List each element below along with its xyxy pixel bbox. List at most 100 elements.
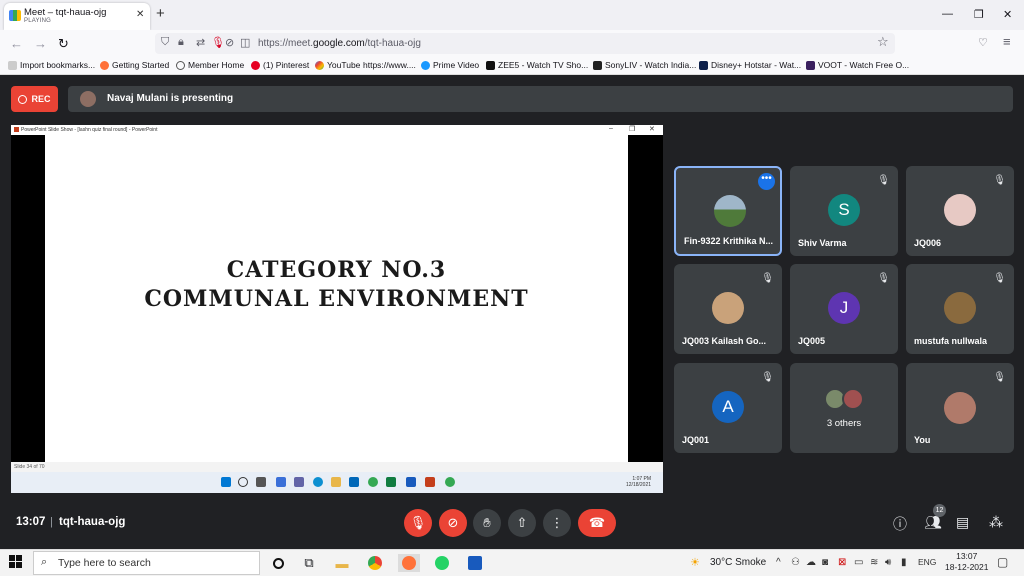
ppt-minimize-icon: – [609, 125, 613, 132]
camera-icon[interactable]: ⊘ [225, 36, 234, 49]
restore-icon[interactable]: ❐ [974, 8, 984, 21]
voot-icon [806, 60, 815, 70]
participant-tile[interactable]: 🎙︎ S Shiv Varma [790, 166, 898, 256]
word-icon[interactable] [466, 554, 484, 572]
language-indicator[interactable]: ENG [918, 557, 936, 567]
security-icon[interactable]: ⊠ [838, 557, 846, 568]
tab-close-icon[interactable]: ✕ [136, 9, 144, 20]
mini-widgets-icon [276, 477, 286, 487]
mic-off-icon: 🎙︎ [409, 515, 427, 530]
cloud-icon[interactable]: ☁ [806, 557, 816, 568]
camera-toggle-button[interactable]: ⊘ [439, 509, 467, 537]
windows-start-icon[interactable] [9, 555, 22, 568]
bookmark-link[interactable]: https://www.... [363, 60, 416, 70]
participant-tile-others[interactable]: 3 others [790, 363, 898, 453]
globe-icon [176, 60, 185, 70]
participant-avatar: J [828, 292, 860, 324]
pocket-icon[interactable]: ♡ [978, 36, 988, 49]
present-button[interactable]: ⇧ [508, 509, 536, 537]
task-view-icon[interactable]: ⧉ [300, 554, 318, 572]
more-vert-icon: ⋮ [550, 515, 564, 530]
minimize-icon[interactable]: — [942, 8, 953, 20]
participant-tile[interactable]: 🎙︎ J JQ005 [790, 264, 898, 354]
bookmark-youtube[interactable]: YouTube [315, 60, 360, 70]
autoplay-icon[interactable]: ◫ [240, 36, 250, 49]
bookmark-pinterest[interactable]: (1) Pinterest [251, 60, 309, 70]
notification-icon[interactable]: ▢ [997, 555, 1008, 569]
whatsapp-icon[interactable] [433, 554, 451, 572]
url-text[interactable]: https://meet.google.com/tqt-haua-ojg [258, 38, 421, 49]
participant-tile[interactable]: 🎙︎ mustufa nullwala [906, 264, 1014, 354]
participant-tile[interactable]: 🎙︎ JQ006 [906, 166, 1014, 256]
hotstar-icon [699, 60, 708, 70]
system-clock[interactable]: 13:07 18-12-2021 [945, 551, 988, 573]
mini-edge-icon [313, 477, 323, 487]
mini-word-icon [406, 477, 416, 487]
firefox-icon[interactable] [398, 554, 420, 572]
bookmark-member-home[interactable]: Member Home [176, 60, 244, 70]
participant-tile-self[interactable]: 🎙︎ You [906, 363, 1014, 453]
close-window-icon[interactable]: ✕ [1003, 8, 1012, 21]
wifi-icon[interactable]: ≋ [870, 557, 878, 568]
recording-button[interactable]: REC [11, 86, 58, 112]
back-icon[interactable]: ← [10, 36, 23, 51]
lock-icon[interactable]: 🔒︎ [178, 36, 184, 49]
screen-icon[interactable]: ▭ [854, 557, 863, 568]
firefox-icon [100, 60, 109, 70]
more-options-button[interactable]: ⋮ [543, 509, 571, 537]
raise-hand-button[interactable]: ✋︎ [473, 509, 501, 537]
file-explorer-icon[interactable]: ▬ [333, 554, 351, 572]
shield-icon[interactable]: ⛉ [161, 36, 169, 49]
permissions-icon[interactable]: ⇄ [196, 36, 205, 49]
bookmark-prime-video[interactable]: Prime Video [421, 60, 479, 70]
participant-tile[interactable]: ••• Fin-9322 Krithika N... [674, 166, 782, 256]
chat-icon[interactable]: ▤ [956, 514, 969, 531]
microphone-icon[interactable]: 🎙︎ [211, 36, 225, 49]
info-icon[interactable]: ⓘ [893, 514, 907, 534]
participant-avatar [712, 292, 744, 324]
meeting-code[interactable]: tqt-haua-ojg [59, 516, 125, 528]
participant-tile[interactable]: 🎙︎ A JQ001 [674, 363, 782, 453]
import-icon [8, 60, 17, 70]
presenting-text: Navaj Mulani is presenting [107, 93, 234, 104]
mini-explorer-icon [331, 477, 341, 487]
bookmark-voot[interactable]: VOOT - Watch Free O... [806, 60, 909, 70]
search-icon: ⌕ [41, 556, 48, 568]
bookmark-import[interactable]: Import bookmarks... [8, 60, 95, 70]
reload-icon[interactable]: ↻ [58, 36, 69, 52]
volume-icon[interactable]: 🔊︎ [885, 557, 891, 568]
menu-icon[interactable]: ≡ [1003, 34, 1011, 49]
mini-start-icon [221, 477, 231, 487]
participant-tile[interactable]: 🎙︎ JQ003 Kailash Go... [674, 264, 782, 354]
bookmark-sonyliv[interactable]: SonyLIV - Watch India... [593, 60, 696, 70]
end-call-button[interactable]: ☎ [578, 509, 616, 537]
mic-off-icon: 🎙︎ [761, 273, 774, 284]
mic-toggle-button[interactable]: 🎙︎ [404, 509, 432, 537]
phone-hangup-icon: ☎ [588, 515, 606, 530]
camera-tray-icon[interactable]: ◙ [822, 557, 828, 568]
meet-favicon-icon [9, 10, 21, 21]
battery-icon[interactable]: ▮ [901, 557, 907, 568]
tray-chevron-icon[interactable]: ^ [776, 557, 781, 568]
bookmark-zee5[interactable]: ZEE5 - Watch TV Sho... [486, 60, 588, 70]
chrome-icon[interactable] [366, 554, 384, 572]
slide-title-line2: Communal Environment [144, 286, 529, 312]
activities-icon[interactable]: ⁂ [989, 514, 1003, 531]
weather-text[interactable]: 30°C Smoke [710, 557, 766, 568]
bookmark-star-icon[interactable]: ☆ [877, 34, 889, 50]
forward-icon[interactable]: → [34, 36, 47, 51]
cortana-icon[interactable] [269, 554, 287, 572]
url-domain: google.com [313, 38, 365, 49]
participant-name: You [914, 435, 931, 445]
meeting-time: 13:07 [16, 516, 46, 528]
people-tray-icon[interactable]: ⚇ [791, 557, 800, 568]
participant-avatar [944, 194, 976, 226]
tab-playing-label: PLAYING [24, 18, 51, 24]
new-tab-icon[interactable]: + [156, 5, 165, 22]
present-icon: ⇧ [516, 515, 528, 530]
bookmark-hotstar[interactable]: Disney+ Hotstar - Wat... [699, 60, 801, 70]
mic-off-icon: 🎙︎ [993, 175, 1006, 186]
browser-tab[interactable]: Meet – tqt-haua-ojg PLAYING ✕ [4, 3, 150, 30]
bookmark-getting-started[interactable]: Getting Started [100, 60, 169, 70]
more-options-icon[interactable]: ••• [758, 173, 775, 190]
